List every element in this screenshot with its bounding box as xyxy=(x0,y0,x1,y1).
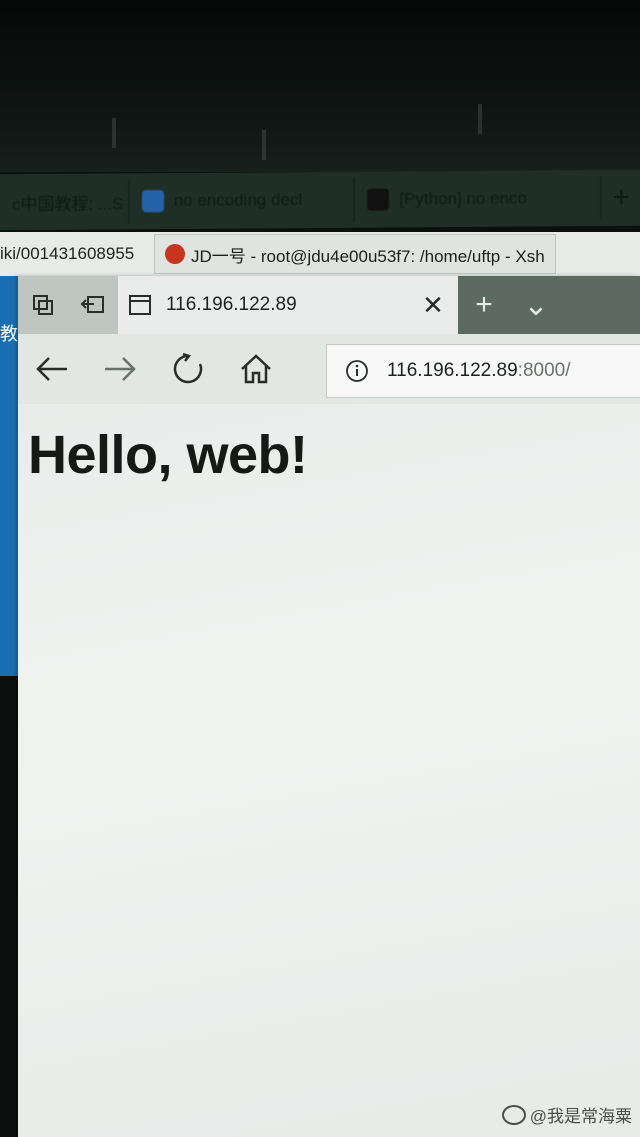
tab-strip-empty xyxy=(562,276,640,334)
address-bar[interactable]: 116.196.122.89:8000/ xyxy=(326,344,640,398)
tab-sets-button[interactable] xyxy=(18,276,68,334)
tab-title: 116.196.122.89 xyxy=(166,294,297,315)
close-tab-button[interactable]: ✕ xyxy=(418,290,448,321)
background-tab[interactable]: c中国教程: ...S xyxy=(0,179,130,225)
back-button[interactable] xyxy=(18,334,86,404)
background-tab-label: c中国教程: ...S xyxy=(12,193,124,214)
forward-button[interactable] xyxy=(86,334,154,404)
address-port: :8000/ xyxy=(517,360,571,381)
tab-preview-button[interactable]: ⌄ xyxy=(510,276,562,334)
terminal-title-text: JD一号 - root@jdu4e00u53f7: /home/uftp - X… xyxy=(191,246,545,266)
watermark: @我是常海粟 xyxy=(501,1102,632,1127)
set-tabs-aside-button[interactable] xyxy=(68,276,118,334)
tab-bar: 116.196.122.89 ✕ + ⌄ xyxy=(18,276,640,334)
home-button[interactable] xyxy=(222,334,290,404)
background-window-edge: 教 xyxy=(0,276,18,676)
background-tab[interactable]: [Python] no enco xyxy=(355,176,603,222)
background-new-tab-button[interactable]: + xyxy=(602,181,640,215)
background-url-fragment: iki/001431608955 xyxy=(0,244,135,263)
page-content: Hello, web! xyxy=(18,404,640,1137)
background-window-bar: iki/001431608955 JD一号 - root@jdu4e00u53f… xyxy=(0,232,640,276)
background-tab-bar: c中国教程: ...S no encoding decl [Python] no… xyxy=(0,169,640,231)
tabs-aside-icon xyxy=(80,296,104,313)
watermark-text: @我是常海粟 xyxy=(529,1107,632,1126)
background-tab-label: no encoding decl xyxy=(173,190,303,211)
csdn-c-icon xyxy=(367,188,390,211)
paw-icon xyxy=(141,190,164,213)
navigation-bar: 116.196.122.89:8000/ xyxy=(18,334,640,404)
back-arrow-icon xyxy=(36,357,67,381)
refresh-button[interactable] xyxy=(154,334,222,404)
page-icon xyxy=(129,295,151,315)
tab-sets-icon xyxy=(33,295,53,315)
address-text: 116.196.122.89:8000/ xyxy=(387,360,571,382)
active-tab[interactable]: 116.196.122.89 ✕ xyxy=(118,276,458,334)
edge-browser-window: 116.196.122.89 ✕ + ⌄ 116.196.122.89:8000… xyxy=(18,276,640,1137)
dark-surroundings xyxy=(0,0,640,172)
background-tab-label: [Python] no enco xyxy=(399,188,527,209)
background-tab[interactable]: no encoding decl xyxy=(129,177,356,224)
home-icon xyxy=(241,354,271,384)
refresh-icon xyxy=(173,352,203,384)
info-icon[interactable] xyxy=(345,359,369,383)
background-edge-text: 教 xyxy=(0,324,18,344)
address-host: 116.196.122.89 xyxy=(387,360,518,381)
page-heading: Hello, web! xyxy=(28,425,308,485)
screen-glare xyxy=(262,130,266,160)
terminal-window-title[interactable]: JD一号 - root@jdu4e00u53f7: /home/uftp - X… xyxy=(154,234,556,274)
xshell-icon xyxy=(165,244,185,264)
forward-arrow-icon xyxy=(105,357,136,381)
screen-glare xyxy=(112,118,116,148)
new-tab-button[interactable]: + xyxy=(458,276,510,334)
weibo-icon xyxy=(501,1104,526,1125)
screen-glare xyxy=(478,104,482,134)
